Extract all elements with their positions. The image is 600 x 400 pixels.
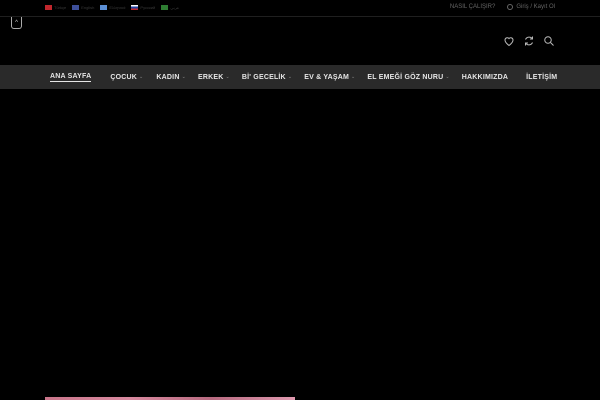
lang-label: عربي	[170, 5, 180, 10]
heart-icon[interactable]	[503, 35, 515, 47]
header-actions	[503, 35, 555, 47]
flag-gr-icon	[100, 5, 108, 10]
search-icon[interactable]	[543, 35, 555, 47]
lang-label: English	[81, 5, 95, 10]
lang-option-turkish[interactable]: Türkçe	[45, 5, 66, 10]
flag-ru-icon	[131, 5, 139, 10]
nav-item-women[interactable]: KADIN ⌄	[156, 74, 186, 81]
lang-label: Русский	[140, 5, 156, 10]
top-bar: Türkçe English Ελληνικά Русский عربي NAS…	[0, 0, 600, 17]
nav-label: ÇOCUK	[110, 73, 138, 81]
main-navigation: ANA SAYFA ÇOCUK ⌄ KADIN ⌄ ERKEK ⌄ Bİ' GE…	[0, 65, 600, 89]
flag-sa-icon	[161, 5, 169, 10]
chevron-down-icon: ⌄	[445, 74, 450, 80]
lang-option-english[interactable]: English	[72, 5, 94, 10]
scroll-top-button[interactable]: ^	[11, 17, 22, 29]
chevron-down-icon: ⌄	[181, 74, 186, 80]
nav-label: HAKKIMIZDA	[461, 73, 509, 81]
user-icon	[507, 4, 514, 10]
nav-item-home[interactable]: ANA SAYFA	[50, 72, 92, 82]
nav-label: EL EMEĞİ GÖZ NURU	[367, 73, 444, 81]
chevron-down-icon: ⌄	[225, 74, 230, 80]
nav-label: KADIN	[156, 73, 180, 81]
chevron-down-icon: ⌄	[287, 74, 293, 80]
lang-label: Türkçe	[54, 5, 67, 10]
chevron-up-icon: ^	[15, 19, 18, 26]
nav-item-contact[interactable]: İLETİŞİM	[526, 74, 557, 81]
nav-item-about[interactable]: HAKKIMIZDA	[462, 74, 508, 81]
nav-label: Bİ' GECELİK	[241, 73, 286, 81]
nav-item-children[interactable]: ÇOCUK ⌄	[110, 74, 143, 81]
nav-label: EV & YAŞAM	[304, 73, 350, 81]
lang-label: Ελληνικά	[109, 5, 126, 10]
compare-icon[interactable]	[523, 35, 535, 47]
nav-label: İLETİŞİM	[526, 73, 558, 81]
lang-option-russian[interactable]: Русский	[131, 5, 155, 10]
top-right-links: NASIL ÇALIŞIR? Giriş / Kayıt Ol	[450, 4, 555, 10]
lang-option-arabic[interactable]: عربي	[161, 5, 179, 10]
nav-item-men[interactable]: ERKEK ⌄	[198, 74, 230, 81]
chevron-down-icon: ⌄	[139, 74, 144, 80]
nav-item-home-living[interactable]: EV & YAŞAM ⌄	[304, 74, 355, 81]
language-switcher: Türkçe English Ελληνικά Русский عربي	[45, 5, 179, 10]
nav-label: ANA SAYFA	[50, 72, 92, 82]
nav-item-handmade[interactable]: EL EMEĞİ GÖZ NURU ⌄	[367, 74, 449, 81]
how-it-works-link[interactable]: NASIL ÇALIŞIR?	[450, 4, 495, 10]
login-label: Giriş / Kayıt Ol	[516, 4, 555, 10]
flag-uk-icon	[72, 5, 80, 10]
nav-item-one-night[interactable]: Bİ' GECELİK ⌄	[242, 74, 292, 81]
flag-tr-icon	[45, 5, 52, 10]
lang-option-greek[interactable]: Ελληνικά	[100, 5, 125, 10]
chevron-down-icon: ⌄	[351, 74, 356, 80]
main-content	[0, 89, 600, 400]
login-link[interactable]: Giriş / Kayıt Ol	[507, 4, 555, 10]
nav-label: ERKEK	[197, 73, 224, 81]
